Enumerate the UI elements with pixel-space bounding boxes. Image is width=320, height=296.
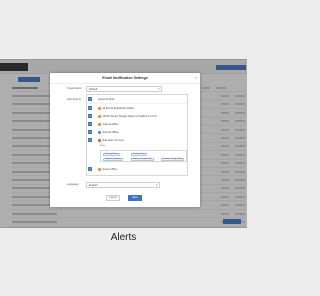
warning-icon bbox=[98, 167, 101, 171]
rule-tag[interactable]: Custom Config Profile bbox=[161, 157, 185, 161]
alert-label: Rule Alarm (4 more) bbox=[102, 138, 124, 142]
warning-icon bbox=[98, 122, 101, 126]
organization-select[interactable]: Default ▾ bbox=[86, 86, 162, 92]
checkbox-checked-icon[interactable]: ✓ bbox=[88, 114, 92, 118]
warning-icon bbox=[98, 114, 101, 118]
alarm-icon bbox=[98, 138, 101, 142]
alert-item[interactable]: ✓ Camera Offline bbox=[88, 122, 186, 126]
rule-tag[interactable]: Meeting Room bbox=[103, 152, 120, 156]
alert-events-label: Alert Events bbox=[67, 98, 81, 101]
warning-icon bbox=[98, 106, 101, 110]
list-divider bbox=[87, 103, 187, 104]
close-icon[interactable]: × bbox=[195, 75, 197, 80]
language-select[interactable]: English ▾ bbox=[86, 182, 160, 188]
checkbox-checked-icon[interactable]: ✓ bbox=[88, 106, 92, 110]
alert-item[interactable]: ✓ All Events Registration Failed bbox=[88, 106, 186, 110]
select-all-row[interactable]: ✓ Select All Alerts bbox=[88, 97, 186, 101]
chevron-down-icon: ▾ bbox=[155, 183, 158, 187]
info-icon bbox=[98, 130, 101, 134]
chevron-down-icon: ▾ bbox=[157, 87, 160, 91]
organization-label: Organization bbox=[67, 87, 82, 90]
language-label: Language bbox=[67, 183, 79, 186]
alert-item[interactable]: ✓ ONVIF Stream Storage Space is Insuffic… bbox=[88, 114, 186, 118]
alert-label: Network Offline bbox=[102, 130, 119, 134]
rule-tag[interactable]: Upgrade Firmware bbox=[103, 157, 124, 161]
alert-label: All Events Registration Failed bbox=[102, 106, 134, 110]
language-value: English bbox=[89, 183, 98, 187]
alert-label: ONVIF Stream Storage Space is Insufficie… bbox=[102, 114, 157, 118]
checkbox-checked-icon[interactable]: ✓ bbox=[88, 167, 92, 171]
email-notification-settings-modal: Email Notification Settings × Organizati… bbox=[50, 73, 200, 207]
alert-label: Camera Offline bbox=[102, 122, 119, 126]
organization-value: Default bbox=[89, 87, 98, 91]
rules-label: Rules bbox=[100, 145, 106, 147]
checkbox-checked-icon[interactable]: ✓ bbox=[88, 138, 92, 142]
title-divider bbox=[50, 83, 200, 84]
alert-item[interactable]: ✓ Rule Alarm (4 more) bbox=[88, 138, 186, 142]
alert-label: Device Offline bbox=[102, 167, 118, 171]
modal-title: Email Notification Settings bbox=[102, 76, 148, 80]
rule-tag[interactable]: Custom Config Reset bbox=[131, 157, 154, 161]
rule-tag[interactable]: Parking Room bbox=[131, 152, 148, 156]
cancel-button[interactable]: Cancel bbox=[106, 195, 120, 201]
checkbox-checked-icon[interactable]: ✓ bbox=[88, 122, 92, 126]
alert-item[interactable]: ✓ Device Offline bbox=[88, 167, 186, 171]
rules-tag-input[interactable]: Meeting Room Parking Room Upgrade Firmwa… bbox=[100, 150, 187, 162]
caption: Alerts bbox=[110, 232, 137, 243]
alert-item[interactable]: ✓ Network Offline bbox=[88, 130, 186, 134]
select-all-label: Select All Alerts bbox=[98, 97, 115, 101]
checkbox-checked-icon[interactable]: ✓ bbox=[88, 97, 92, 101]
checkbox-checked-icon[interactable]: ✓ bbox=[88, 130, 92, 134]
alert-events-list: ✓ Select All Alerts ✓ All Events Registr… bbox=[86, 94, 188, 176]
save-button[interactable]: Save bbox=[128, 195, 142, 201]
